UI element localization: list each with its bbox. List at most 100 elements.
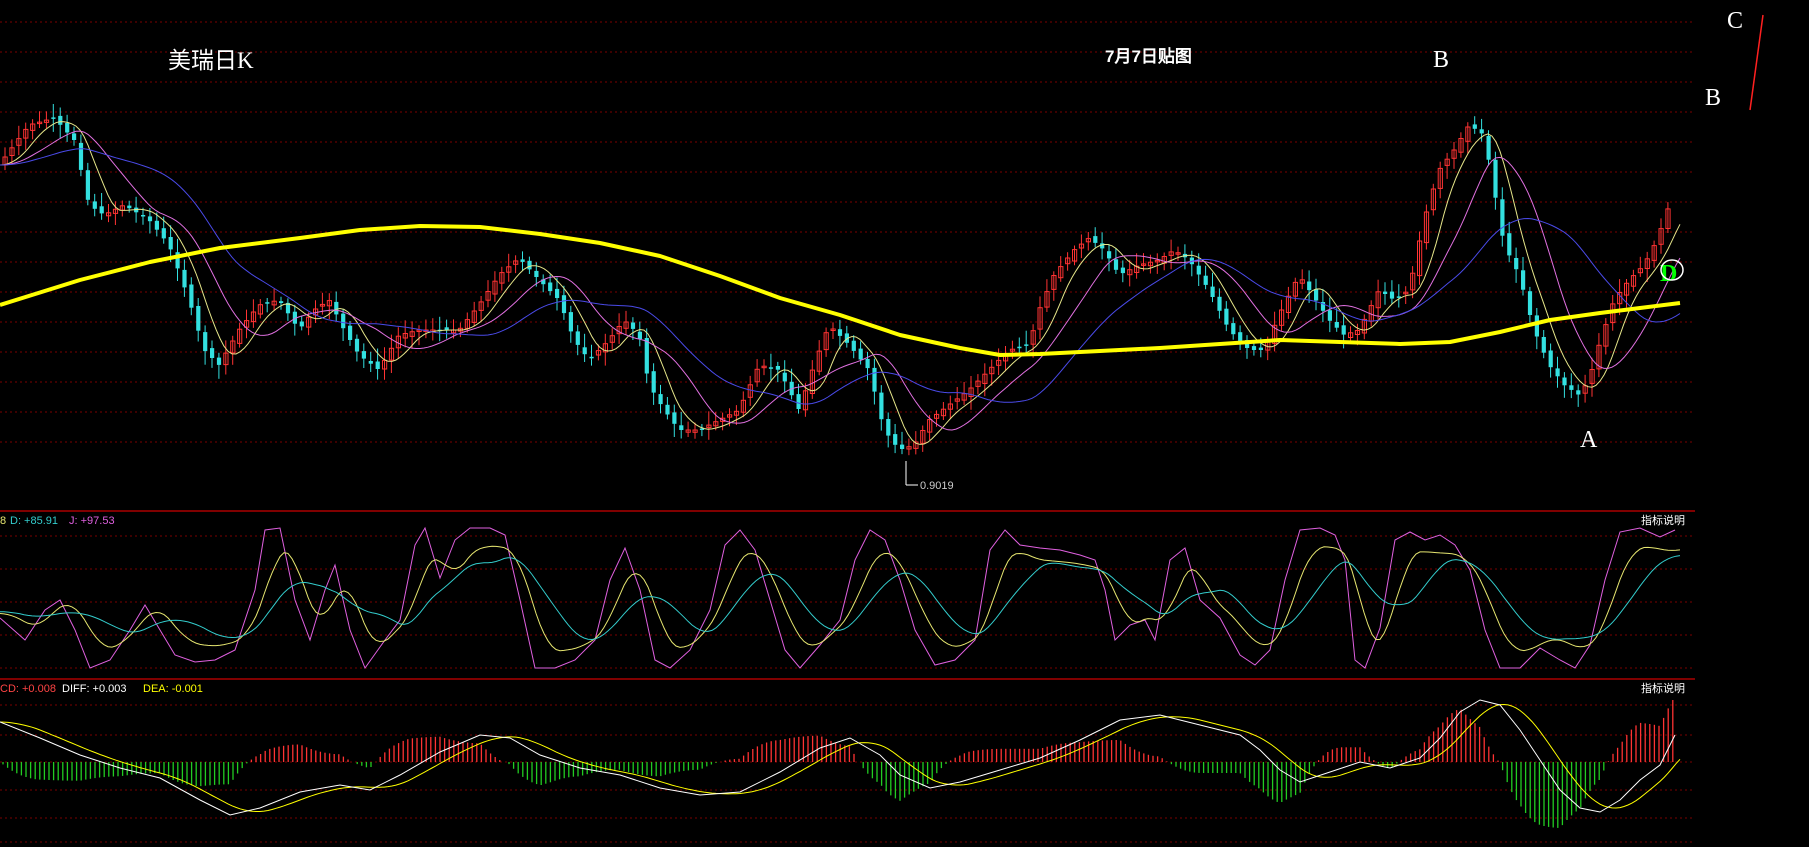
candle-body [1258,347,1263,350]
candle-body [527,260,532,270]
candle-body [99,206,104,214]
kdj-indicator-desc[interactable]: 指标说明 [1641,513,1685,527]
candle-body [582,347,587,355]
candle-body [85,170,90,200]
candle-body [589,356,594,359]
macd-indicator-desc[interactable]: 指标说明 [1641,681,1685,695]
candle-body [851,340,856,351]
candle-body [575,331,580,345]
candle-body [900,444,905,449]
candle-body [182,269,187,288]
candle-body [548,282,553,292]
candle-body [520,259,525,262]
candle-body [658,394,663,405]
macd-legend: CD: +0.008 DIFF: +0.003 DEA: -0.001 [0,683,203,695]
candle-body [279,301,284,303]
chart-title: 美瑞日K [168,48,254,73]
candle-body [1479,129,1484,134]
candle-body [361,351,366,359]
candle-body [1238,332,1243,342]
low-price-label: 0.9019 [920,480,954,492]
candle-body [651,371,656,393]
kdj-legend: 8 D: +85.91 J: +97.53 [0,515,115,527]
candle-body [265,302,270,304]
candle-body [368,361,373,364]
kdj-label-j: J: +97.53 [69,515,115,527]
candle-body [348,325,353,340]
candle-body [196,306,201,331]
candle-body [58,115,63,125]
candle-body [1341,325,1346,335]
candle-body [1024,344,1029,346]
macd-label-diff: DIFF: +0.003 [62,683,127,695]
candle-body [1217,296,1222,311]
candle-body [334,301,339,315]
candle-body [665,404,670,415]
candle-body [782,372,787,382]
candle-body [78,142,84,170]
macd-label-dea: DEA: -0.001 [143,683,203,695]
candle-body [1521,270,1526,290]
candle-body [1486,135,1491,160]
candle-body [1472,124,1477,129]
candle-body [1562,377,1567,386]
candle-body [1555,368,1560,377]
candle-body [672,412,677,424]
candle-body [1120,267,1125,274]
wave-label-a: A [1580,427,1598,453]
candle-body [644,338,649,374]
candle-body [561,295,567,314]
candle-body [534,270,539,277]
candle-body [1203,275,1208,285]
candle-body [154,220,159,230]
chart-background [0,0,1809,847]
wave-label-b-top: B [1433,47,1449,73]
candle-body [1107,251,1112,259]
candle-body [299,321,304,327]
candle-body [865,359,870,369]
kdj-label-d: D: +85.91 [10,515,58,527]
candle-body [1100,243,1105,249]
candle-body [65,123,70,133]
candle-body [1569,385,1574,390]
candle-body [141,215,146,217]
candle-body [1224,308,1229,325]
candle-body [768,367,774,369]
candle-body [1307,281,1312,291]
candle-body [444,327,449,330]
candle-body [679,425,684,430]
candle-body [1493,159,1498,198]
candle-body [127,205,132,209]
candle-body [1210,286,1215,297]
candle-body [1541,337,1546,353]
candle-body [1534,315,1539,337]
macd-label-macd: CD: +0.008 [0,683,56,695]
candle-body [161,228,166,239]
candle-body [879,392,884,420]
candle-body [1389,291,1395,299]
candle-body [1113,259,1119,270]
candle-body [341,313,346,329]
candle-body [555,288,560,298]
candle-body [51,117,56,119]
candle-body [1334,322,1339,328]
candle-body [210,348,215,358]
candle-body [375,361,380,369]
candle-body [886,419,891,436]
candle-body [203,332,208,352]
candle-body [72,133,77,140]
candle-body [216,357,222,365]
candle-body [872,367,877,392]
candle-body [1196,265,1201,275]
stock-chart: 美瑞日K 7月7日贴图 B B C A D 0.9019 8 D: +85.91… [0,0,1809,847]
candle-body [1251,346,1257,350]
candle-body [1514,258,1519,270]
candle-body [568,312,573,332]
candle-body [147,216,153,222]
wave-label-c: C [1727,8,1743,34]
candle-body [837,329,843,336]
candle-body [1507,233,1512,256]
candle-body [1576,390,1581,395]
candle-body [630,322,636,329]
candle-body [775,366,780,370]
